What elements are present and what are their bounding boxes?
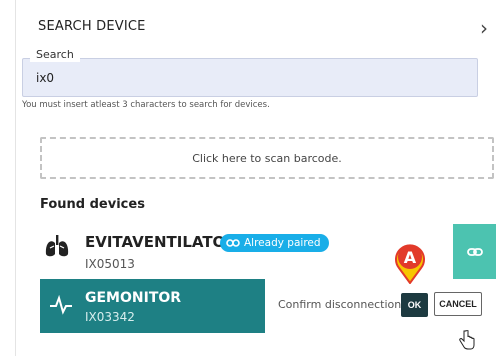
already-paired-badge: Already paired (220, 234, 329, 252)
link-icon (226, 239, 240, 247)
found-devices-title: Found devices (40, 197, 145, 212)
scan-barcode-button[interactable]: Click here to scan barcode. (40, 137, 494, 179)
device-info-block: GEMONITOR IX03342 (40, 279, 265, 333)
ok-button[interactable]: OK (401, 293, 428, 317)
device-row[interactable]: GEMONITOR IX03342 Confirm disconnection … (40, 279, 496, 333)
confirm-disconnection-text: Confirm disconnection (278, 298, 402, 311)
unlink-button[interactable] (453, 224, 496, 279)
pulse-icon (50, 295, 72, 315)
hand-cursor-icon (459, 330, 475, 350)
cancel-button[interactable]: CANCEL (434, 292, 482, 316)
device-row[interactable]: EVITAVENTILATOR Already paired IX05013 (40, 224, 496, 279)
device-id: IX03342 (85, 310, 135, 324)
badge-label: Already paired (244, 237, 321, 249)
search-legend: Search (30, 48, 80, 62)
search-input[interactable] (22, 58, 478, 97)
search-input-value[interactable]: ix0 (36, 71, 54, 85)
panel-title: SEARCH DEVICE (38, 19, 146, 34)
unlink-icon (466, 247, 483, 256)
device-name: GEMONITOR (85, 290, 182, 306)
chevron-right-icon[interactable]: › (480, 16, 488, 40)
annotation-marker: A (395, 244, 425, 284)
device-id: IX05013 (85, 257, 135, 271)
lungs-icon (45, 235, 69, 257)
device-name: EVITAVENTILATOR (85, 233, 237, 251)
search-hint: You must insert atleast 3 characters to … (22, 100, 270, 110)
annotation-marker-label: A (404, 248, 417, 267)
scan-barcode-label: Click here to scan barcode. (192, 151, 342, 165)
